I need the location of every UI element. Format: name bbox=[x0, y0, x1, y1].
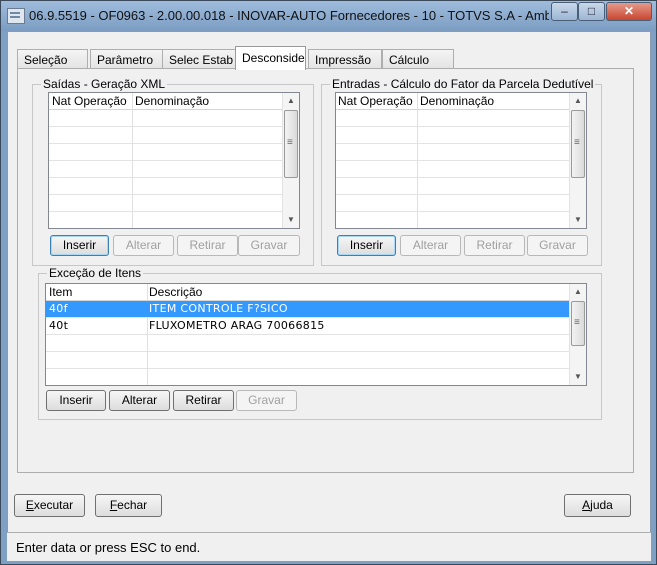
close-button[interactable]: Fechar bbox=[95, 494, 162, 517]
table-row[interactable] bbox=[336, 127, 572, 144]
scroll-down-icon[interactable]: ▼ bbox=[570, 369, 586, 385]
saidas-scrollbar[interactable]: ▲ ▼ bbox=[282, 93, 299, 228]
saidas-grid[interactable]: Nat Operação Denominação ▲ ▼ bbox=[48, 92, 300, 229]
table-row[interactable] bbox=[336, 178, 572, 195]
column-header-denominacao[interactable]: Denominação bbox=[135, 94, 209, 108]
entradas-alter-button[interactable]: Alterar bbox=[400, 235, 461, 256]
column-header-nat-operacao[interactable]: Nat Operação bbox=[52, 94, 127, 108]
excecao-group-title: Exceção de Itens bbox=[47, 266, 144, 280]
excecao-grid[interactable]: Item Descrição 40f ITEM CONTROLE F?SICO … bbox=[45, 283, 587, 386]
tab-calculo[interactable]: Cálculo bbox=[382, 49, 454, 69]
table-row[interactable] bbox=[46, 335, 571, 352]
cell-descricao: ITEM CONTROLE F?SICO bbox=[149, 302, 288, 315]
table-row[interactable] bbox=[49, 127, 285, 144]
saidas-remove-button[interactable]: Retirar bbox=[177, 235, 238, 256]
table-row[interactable] bbox=[49, 178, 285, 195]
scroll-thumb[interactable] bbox=[284, 110, 298, 178]
table-row[interactable] bbox=[336, 161, 572, 178]
column-header-item[interactable]: Item bbox=[49, 285, 72, 299]
cell-item: 40t bbox=[49, 319, 69, 332]
table-row[interactable] bbox=[336, 110, 572, 127]
table-row[interactable] bbox=[46, 369, 571, 385]
tab-impressao[interactable]: Impressão bbox=[308, 49, 382, 69]
execute-mnemonic: E bbox=[25, 498, 34, 512]
table-row[interactable] bbox=[49, 161, 285, 178]
saidas-grid-header: Nat Operação Denominação bbox=[49, 93, 299, 110]
cell-item: 40f bbox=[49, 302, 68, 315]
status-bar: Enter data or press ESC to end. bbox=[7, 532, 651, 561]
app-icon bbox=[7, 8, 25, 24]
table-row[interactable] bbox=[336, 212, 572, 228]
column-header-descricao[interactable]: Descrição bbox=[149, 285, 202, 299]
tab-selec-estab[interactable]: Selec Estab bbox=[162, 49, 236, 69]
entradas-grid-header: Nat Operação Denominação bbox=[336, 93, 586, 110]
excecao-scrollbar[interactable]: ▲ ▼ bbox=[569, 284, 586, 385]
status-text: Enter data or press ESC to end. bbox=[16, 540, 201, 555]
close-label: echar bbox=[117, 498, 148, 512]
scroll-down-icon[interactable]: ▼ bbox=[283, 212, 299, 228]
column-header-denominacao[interactable]: Denominação bbox=[420, 94, 494, 108]
excecao-insert-button[interactable]: Inserir bbox=[46, 390, 106, 411]
minimize-button[interactable]: – bbox=[551, 2, 578, 21]
table-row[interactable]: 40t FLUXOMETRO ARAG 70066815 bbox=[46, 318, 571, 335]
help-button[interactable]: Ajuda bbox=[564, 494, 631, 517]
scroll-thumb[interactable] bbox=[571, 301, 585, 346]
entradas-grid[interactable]: Nat Operação Denominação ▲ ▼ bbox=[335, 92, 587, 229]
excecao-save-button[interactable]: Gravar bbox=[236, 390, 297, 411]
scroll-up-icon[interactable]: ▲ bbox=[570, 284, 586, 300]
entradas-insert-button[interactable]: Inserir bbox=[337, 235, 396, 256]
excecao-alter-button[interactable]: Alterar bbox=[109, 390, 170, 411]
entradas-save-button[interactable]: Gravar bbox=[527, 235, 588, 256]
excecao-grid-header: Item Descrição bbox=[46, 284, 586, 301]
scroll-up-icon[interactable]: ▲ bbox=[283, 93, 299, 109]
table-row[interactable]: 40f ITEM CONTROLE F?SICO bbox=[46, 301, 571, 318]
entradas-remove-button[interactable]: Retirar bbox=[464, 235, 525, 256]
excecao-remove-button[interactable]: Retirar bbox=[173, 390, 234, 411]
execute-label: xecutar bbox=[33, 498, 74, 512]
saidas-save-button[interactable]: Gravar bbox=[238, 235, 300, 256]
title-bar[interactable]: 06.9.5519 - OF0963 - 2.00.00.018 - INOVA… bbox=[1, 1, 656, 31]
cell-descricao: FLUXOMETRO ARAG 70066815 bbox=[149, 319, 325, 332]
client-area: Seleção Parâmetro Selec Estab Desconside… bbox=[7, 31, 651, 559]
scroll-up-icon[interactable]: ▲ bbox=[570, 93, 586, 109]
saidas-group-title: Saídas - Geração XML bbox=[41, 77, 168, 91]
saidas-alter-button[interactable]: Alterar bbox=[113, 235, 174, 256]
help-mnemonic: A bbox=[582, 498, 591, 512]
table-row[interactable] bbox=[49, 144, 285, 161]
table-row[interactable] bbox=[49, 212, 285, 228]
table-row[interactable] bbox=[336, 144, 572, 161]
column-header-nat-operacao[interactable]: Nat Operação bbox=[338, 94, 413, 108]
saidas-insert-button[interactable]: Inserir bbox=[50, 235, 109, 256]
table-row[interactable] bbox=[46, 352, 571, 369]
scroll-thumb[interactable] bbox=[571, 110, 585, 178]
table-row[interactable] bbox=[49, 110, 285, 127]
table-row[interactable] bbox=[49, 195, 285, 212]
tab-selecao[interactable]: Seleção bbox=[17, 49, 88, 69]
close-window-button[interactable]: ✕ bbox=[606, 2, 652, 21]
table-row[interactable] bbox=[336, 195, 572, 212]
entradas-group-title: Entradas - Cálculo do Fator da Parcela D… bbox=[330, 77, 596, 91]
execute-button[interactable]: Executar bbox=[14, 494, 85, 517]
entradas-scrollbar[interactable]: ▲ ▼ bbox=[569, 93, 586, 228]
window-title: 06.9.5519 - OF0963 - 2.00.00.018 - INOVA… bbox=[29, 8, 549, 23]
help-label: juda bbox=[590, 498, 613, 512]
tab-parametro[interactable]: Parâmetro bbox=[90, 49, 164, 69]
maximize-button[interactable]: □ bbox=[578, 2, 605, 21]
tab-desconsidera[interactable]: Desconsidera bbox=[235, 46, 306, 70]
app-window: 06.9.5519 - OF0963 - 2.00.00.018 - INOVA… bbox=[0, 0, 657, 565]
scroll-down-icon[interactable]: ▼ bbox=[570, 212, 586, 228]
